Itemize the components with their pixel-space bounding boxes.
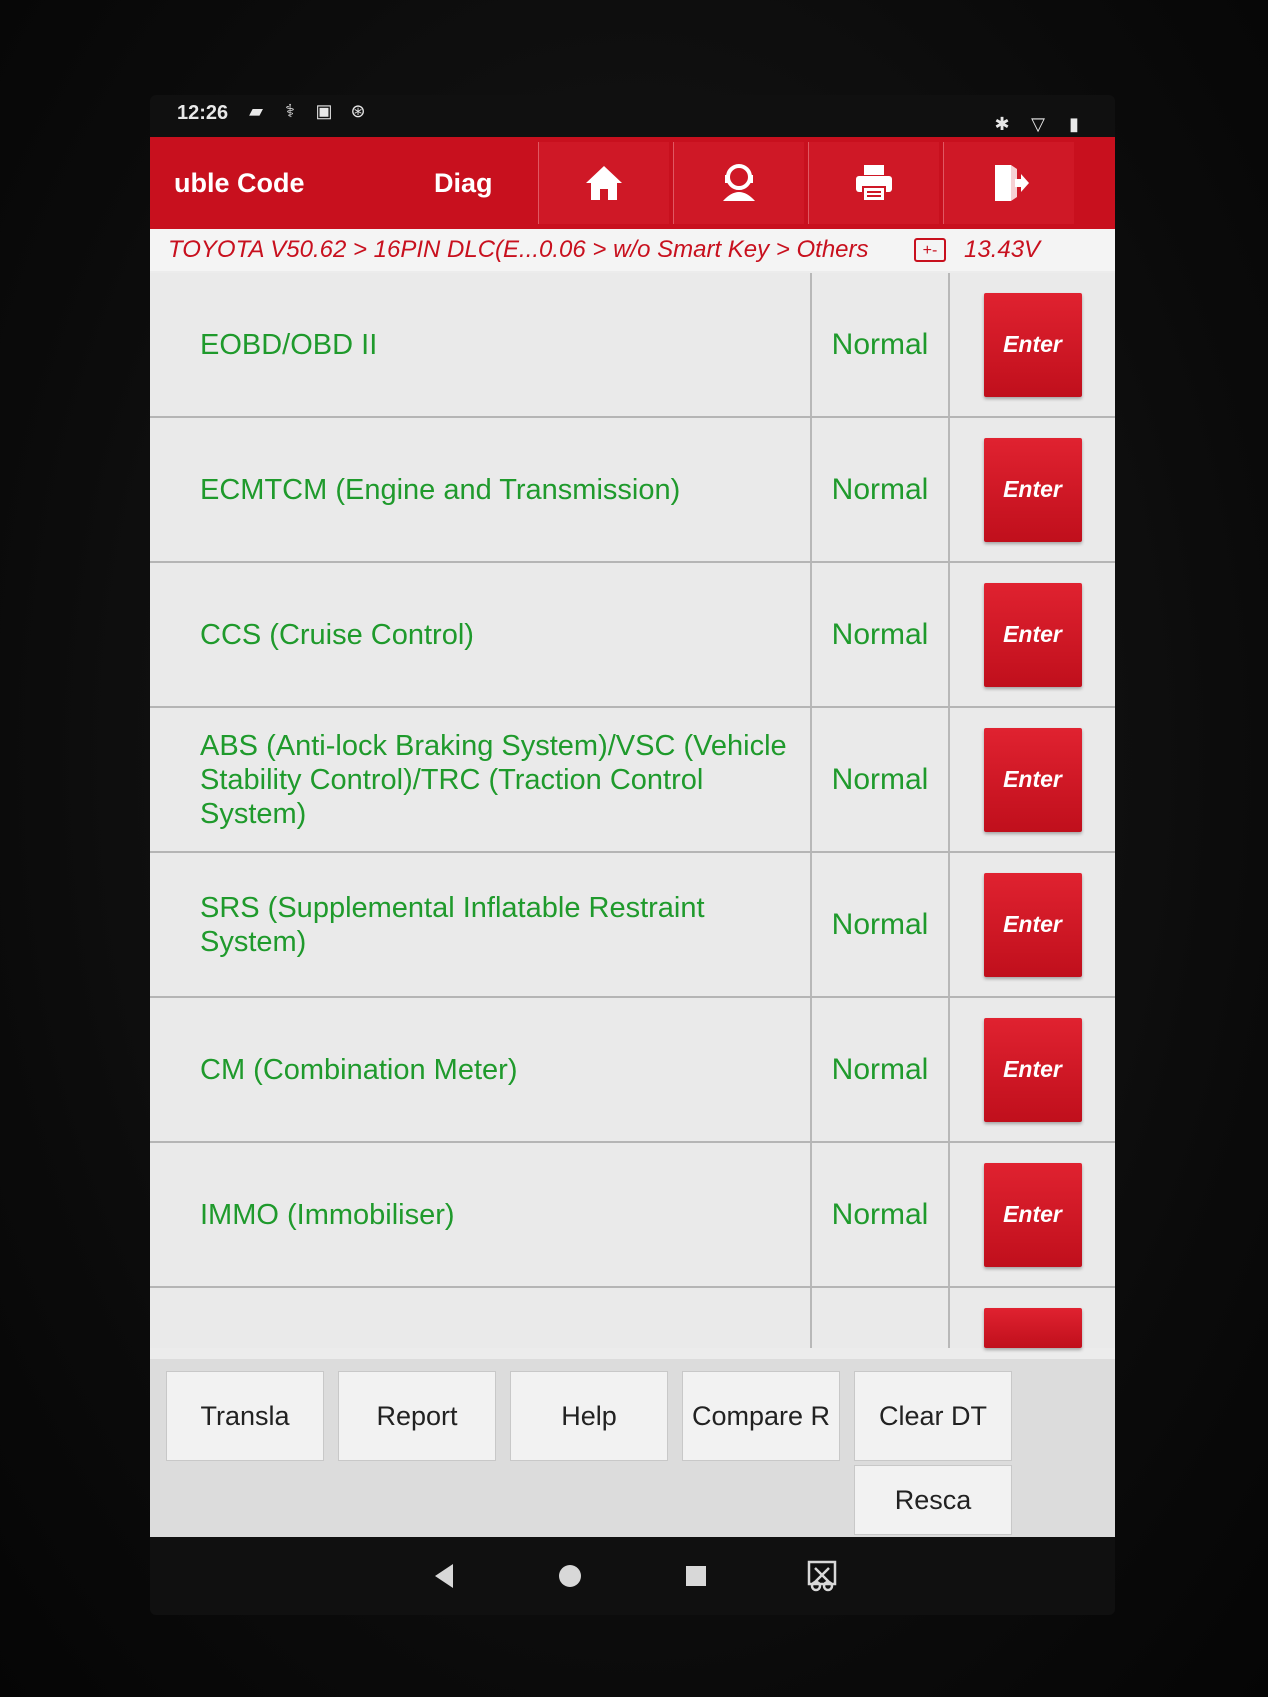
bluetooth-badge-icon: ⊛: [350, 101, 366, 121]
notification-icon: ▰: [249, 101, 263, 121]
report-button[interactable]: Report: [338, 1371, 496, 1461]
top-toolbar: uble Code Diag: [150, 137, 1115, 229]
enter-button[interactable]: Enter: [983, 727, 1082, 832]
system-row: EOBD/OBD II Normal Enter: [150, 273, 1115, 418]
status-bar: 12:26 ▰ ⚕ ▣ ⊛ ✱ ▽ ▮: [150, 95, 1115, 135]
bottom-toolbar: Transla Report Help Compare R Clear DT R…: [150, 1359, 1115, 1537]
system-row: CCS (Cruise Control) Normal Enter: [150, 563, 1115, 708]
system-row: SRS (Supplemental Inflatable Restraint S…: [150, 853, 1115, 998]
app-screen: uble Code Diag TOYOTA V50.62 > 16PIN DLC…: [150, 137, 1115, 1537]
system-action-cell: Enter: [950, 1143, 1115, 1286]
system-action-cell: [950, 1288, 1115, 1348]
breadcrumb-path: TOYOTA V50.62 > 16PIN DLC(E...0.06 > w/o…: [168, 236, 869, 263]
photo-background: 12:26 ▰ ⚕ ▣ ⊛ ✱ ▽ ▮ uble Code Diag TOYOT…: [0, 0, 1268, 1697]
enter-button[interactable]: Enter: [983, 1162, 1082, 1267]
system-name: CCS (Cruise Control): [150, 563, 812, 706]
exit-icon: [995, 165, 1029, 201]
enter-button[interactable]: Enter: [983, 437, 1082, 542]
system-status: Normal: [812, 273, 950, 416]
system-name: IMMO (Immobiliser): [150, 1143, 812, 1286]
home-button[interactable]: [538, 142, 669, 224]
enter-button[interactable]: Enter: [983, 1017, 1082, 1122]
print-icon: [856, 165, 892, 202]
system-row-partial: [150, 1288, 1115, 1348]
enter-button-partial[interactable]: [983, 1308, 1082, 1348]
system-name: ECMTCM (Engine and Transmission): [150, 418, 812, 561]
system-row: ECMTCM (Engine and Transmission) Normal …: [150, 418, 1115, 563]
compare-report-button[interactable]: Compare R: [682, 1371, 840, 1461]
system-action-cell: Enter: [950, 418, 1115, 561]
translate-button[interactable]: Transla: [166, 1371, 324, 1461]
home-icon: [586, 166, 622, 200]
diagnostic-icon: ⚕: [285, 101, 295, 121]
system-name: EOBD/OBD II: [150, 273, 812, 416]
tab-trouble-code[interactable]: uble Code: [150, 168, 374, 199]
help-button[interactable]: Help: [510, 1371, 668, 1461]
system-status: Normal: [812, 853, 950, 996]
status-icons-left: ▰ ⚕ ▣ ⊛: [245, 100, 369, 122]
tab-diagnosis[interactable]: Diag: [374, 168, 534, 199]
system-row: CM (Combination Meter) Normal Enter: [150, 998, 1115, 1143]
status-icons-right: ✱ ▽ ▮: [991, 113, 1085, 135]
clear-dtc-button[interactable]: Clear DT: [854, 1371, 1012, 1461]
battery-icon: ▮: [1069, 114, 1079, 134]
android-nav-bar: [150, 1537, 1115, 1615]
system-row: ABS (Anti-lock Braking System)/VSC (Vehi…: [150, 708, 1115, 853]
print-button[interactable]: [808, 142, 939, 224]
system-action-cell: Enter: [950, 853, 1115, 996]
system-action-cell: Enter: [950, 563, 1115, 706]
status-time: 12:26: [177, 102, 229, 124]
breadcrumb: TOYOTA V50.62 > 16PIN DLC(E...0.06 > w/o…: [150, 229, 1115, 271]
support-button[interactable]: [673, 142, 804, 224]
system-status-partial: [812, 1288, 950, 1348]
back-icon[interactable]: [427, 1559, 461, 1593]
home-circle-icon[interactable]: [553, 1559, 587, 1593]
system-status: Normal: [812, 1143, 950, 1286]
enter-button[interactable]: Enter: [983, 292, 1082, 397]
vehicle-battery-icon: +-: [914, 238, 946, 262]
bluetooth-icon: ✱: [994, 114, 1010, 134]
wifi-icon: ▽: [1031, 114, 1045, 134]
enter-button[interactable]: Enter: [983, 582, 1082, 687]
system-name: ABS (Anti-lock Braking System)/VSC (Vehi…: [150, 708, 812, 851]
rescan-button[interactable]: Resca: [854, 1465, 1012, 1535]
battery-voltage: 13.43V: [964, 236, 1041, 263]
screenshot-icon[interactable]: [805, 1559, 839, 1593]
enter-button[interactable]: Enter: [983, 872, 1082, 977]
system-action-cell: Enter: [950, 708, 1115, 851]
image-icon: ▣: [315, 101, 333, 121]
tablet-device: 12:26 ▰ ⚕ ▣ ⊛ ✱ ▽ ▮ uble Code Diag TOYOT…: [150, 95, 1115, 1615]
system-status: Normal: [812, 998, 950, 1141]
system-status: Normal: [812, 418, 950, 561]
system-name-partial: [150, 1288, 812, 1348]
system-row: IMMO (Immobiliser) Normal Enter: [150, 1143, 1115, 1288]
system-action-cell: Enter: [950, 273, 1115, 416]
exit-button[interactable]: [943, 142, 1074, 224]
system-status: Normal: [812, 708, 950, 851]
recents-icon[interactable]: [679, 1559, 713, 1593]
system-action-cell: Enter: [950, 998, 1115, 1141]
system-list: EOBD/OBD II Normal Enter ECMTCM (Engine …: [150, 273, 1115, 1348]
system-status: Normal: [812, 563, 950, 706]
system-name: CM (Combination Meter): [150, 998, 812, 1141]
support-icon: [723, 164, 755, 201]
system-name: SRS (Supplemental Inflatable Restraint S…: [150, 853, 812, 996]
